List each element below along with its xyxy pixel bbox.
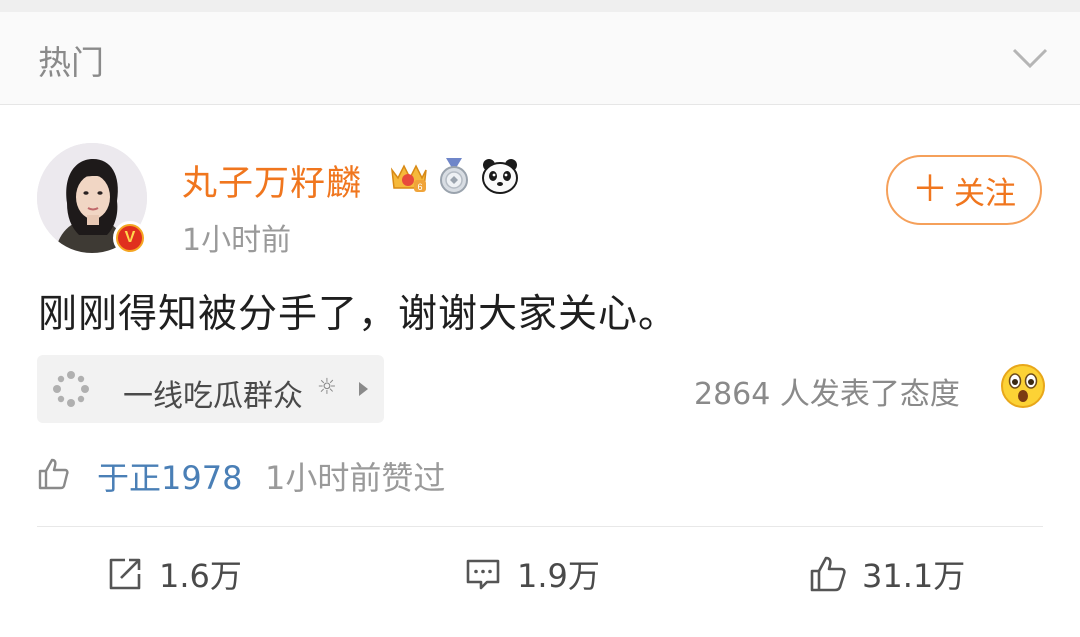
verified-badge: V bbox=[113, 221, 147, 255]
top-strip bbox=[0, 0, 1080, 12]
comment-button[interactable]: 1.9万 bbox=[463, 550, 600, 598]
follow-button[interactable]: ＋ 关注 bbox=[886, 155, 1042, 225]
chevron-down-icon[interactable] bbox=[1010, 42, 1050, 72]
comment-count: 1.9万 bbox=[517, 557, 600, 595]
thumb-up-icon bbox=[810, 556, 846, 592]
section-header: 热门 bbox=[0, 12, 1080, 105]
svg-text:6: 6 bbox=[417, 182, 422, 192]
arrow-right-icon bbox=[359, 382, 368, 396]
follow-label: 关注 bbox=[954, 175, 1016, 212]
sparkle-icon bbox=[53, 371, 89, 407]
post-text: 刚刚得知被分手了，谢谢大家关心。 bbox=[38, 292, 679, 337]
like-button[interactable]: 31.1万 bbox=[808, 550, 965, 598]
panda-icon[interactable] bbox=[480, 156, 520, 196]
thumb-up-icon bbox=[38, 458, 69, 490]
surprised-emoji-icon[interactable] bbox=[1000, 363, 1046, 409]
weibo-post-card: V 丸子万籽麟 6 1小时前 ＋ 关注 刚刚得知被分手了，谢谢大家关心。 一线吃… bbox=[0, 105, 1080, 637]
repost-icon bbox=[109, 558, 141, 590]
topic-label: 一线吃瓜群众 bbox=[123, 379, 303, 414]
user-badges: 6 bbox=[388, 155, 520, 197]
medal-icon[interactable] bbox=[434, 156, 474, 196]
like-count: 31.1万 bbox=[862, 557, 966, 595]
section-title: 热门 bbox=[38, 43, 104, 82]
repost-button[interactable]: 1.6万 bbox=[105, 550, 242, 598]
attitude-count[interactable]: 2864 人发表了态度 bbox=[694, 369, 960, 413]
repost-count: 1.6万 bbox=[159, 557, 242, 595]
liked-by-user[interactable]: 于正1978 bbox=[97, 453, 242, 499]
post-time: 1小时前 bbox=[182, 223, 292, 258]
comment-icon bbox=[466, 559, 500, 590]
crown-level-icon[interactable]: 6 bbox=[388, 156, 428, 196]
username[interactable]: 丸子万籽麟 bbox=[182, 155, 362, 206]
topic-chip[interactable]: 一线吃瓜群众 ☼ bbox=[37, 355, 384, 423]
liked-by-text: 1小时前赞过 bbox=[265, 459, 446, 497]
plus-icon: ＋ bbox=[911, 169, 948, 210]
divider bbox=[37, 526, 1043, 527]
small-sun-icon: ☼ bbox=[317, 375, 337, 400]
